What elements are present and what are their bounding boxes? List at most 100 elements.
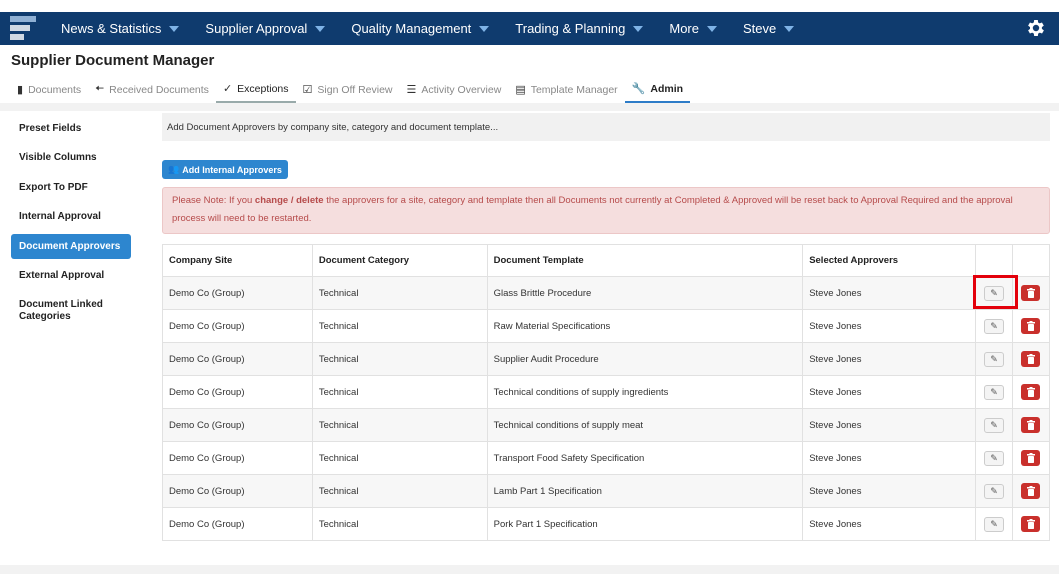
trash-icon (1026, 519, 1035, 529)
cell-document-category: Technical (311, 441, 488, 475)
delete-button[interactable] (1021, 384, 1041, 400)
delete-button[interactable] (1021, 318, 1041, 334)
add-internal-approvers-button[interactable]: 👥 Add Internal Approvers (162, 160, 288, 179)
nav-supplier-approval[interactable]: Supplier Approval (195, 12, 335, 45)
sidebar-item-preset-fields[interactable]: Preset Fields (11, 114, 131, 144)
edit-button[interactable]: ✎ (983, 351, 1004, 367)
footer-band (0, 565, 1059, 574)
edit-button-highlight (973, 275, 1018, 309)
edit-button[interactable]: ✎ (983, 318, 1004, 334)
cell-company-site: Demo Co (Group) (162, 507, 313, 541)
cell-company-site: Demo Co (Group) (162, 342, 313, 376)
sidebar-item-internal-approval[interactable]: Internal Approval (11, 203, 131, 233)
column-header-document-template[interactable]: Document Template (486, 244, 804, 277)
trash-icon (1026, 486, 1035, 496)
chevron-down-icon (315, 25, 326, 32)
delete-cell (1011, 342, 1051, 376)
edit-button[interactable]: ✎ (983, 384, 1004, 400)
nav-news-statistics[interactable]: News & Statistics (51, 12, 189, 45)
sidebar-item-document-linked-categories[interactable]: Document Linked Categories (11, 291, 131, 331)
delete-cell (1011, 309, 1051, 343)
cell-document-template: Technical conditions of supply ingredien… (486, 375, 804, 409)
gear-icon[interactable] (1025, 17, 1047, 39)
cell-document-template: Raw Material Specifications (486, 309, 804, 343)
edit-button[interactable]: ✎ (983, 450, 1004, 466)
delete-cell (1011, 408, 1051, 442)
sidebar-item-visible-columns[interactable]: Visible Columns (11, 144, 131, 174)
delete-button[interactable] (1021, 450, 1041, 466)
tab-admin[interactable]: 🔧 Admin (624, 76, 691, 103)
chevron-down-icon (169, 25, 180, 32)
table-row: Demo Co (Group) Technical Transport Food S… (162, 441, 1051, 475)
column-header-company-site[interactable]: Company Site (162, 244, 313, 277)
delete-cell (1011, 441, 1051, 475)
cell-document-category: Technical (311, 375, 488, 409)
cell-selected-approvers: Steve Jones (802, 276, 976, 310)
cell-document-template: Glass Brittle Procedure (486, 276, 804, 310)
delete-button[interactable] (1021, 483, 1041, 499)
nav-more[interactable]: More (659, 12, 727, 45)
info-bar: Add Document Approvers by company site, … (162, 113, 1050, 141)
cell-selected-approvers: Steve Jones (802, 507, 976, 541)
top-nav-bar: News & Statistics Supplier Approval Qual… (0, 12, 1059, 45)
cell-document-category: Technical (311, 474, 488, 508)
cell-document-template: Lamb Part 1 Specification (486, 474, 804, 508)
tab-bar: ▮ Documents 🠄 Received Documents ✓ Exceptio… (10, 76, 691, 103)
tab-activity-overview[interactable]: ☰ Activity Overview (400, 76, 509, 103)
table-row: Demo Co (Group) Technical Lamb Part 1 Spec… (162, 474, 1051, 508)
cell-company-site: Demo Co (Group) (162, 276, 313, 310)
delete-cell (1011, 474, 1051, 508)
logo-icon[interactable] (10, 16, 36, 42)
edit-button[interactable]: ✎ (983, 516, 1004, 532)
warning-note: Please Note: If you change / delete the … (162, 187, 1050, 234)
table-row: Demo Co (Group) Technical Technical condit… (162, 408, 1051, 442)
list-icon: ☰ (406, 84, 417, 96)
tab-exceptions[interactable]: ✓ Exceptions (215, 76, 296, 103)
delete-button[interactable] (1021, 516, 1041, 532)
cell-document-category: Technical (311, 408, 488, 442)
sidebar-item-external-approval[interactable]: External Approval (11, 261, 131, 291)
trash-icon (1026, 387, 1035, 397)
edit-icon: ✎ (990, 320, 998, 331)
tab-sign-off-review[interactable]: ☑ Sign Off Review (296, 76, 400, 103)
edit-cell: ✎ (974, 441, 1013, 475)
cell-selected-approvers: Steve Jones (802, 375, 976, 409)
trash-icon (1026, 354, 1035, 364)
column-header-selected-approvers[interactable]: Selected Approvers (802, 244, 976, 277)
sidebar-item-document-approvers[interactable]: Document Approvers (11, 234, 131, 259)
delete-button[interactable] (1021, 285, 1041, 301)
cell-selected-approvers: Steve Jones (802, 474, 976, 508)
trash-icon (1026, 420, 1035, 430)
edit-cell: ✎ (974, 342, 1013, 376)
document-icon: ▤ (515, 84, 526, 96)
nav-user-menu[interactable]: Steve (733, 12, 804, 45)
add-user-icon: 👥 (168, 164, 180, 174)
edit-button[interactable]: ✎ (983, 417, 1004, 433)
file-icon: ▮ (17, 84, 24, 96)
edit-cell: ✎ (974, 474, 1013, 508)
cell-document-template: Supplier Audit Procedure (486, 342, 804, 376)
table-row: Demo Co (Group) Technical Technical condit… (162, 375, 1051, 409)
table-row: Demo Co (Group) Technical Raw Material Spe… (162, 309, 1051, 343)
sidebar-item-export-to-pdf[interactable]: Export To PDF (11, 173, 131, 203)
chevron-down-icon (784, 25, 795, 32)
tab-documents[interactable]: ▮ Documents (10, 76, 88, 103)
edit-cell: ✎ (974, 507, 1013, 541)
table-row: Demo Co (Group) Technical Pork Part 1 Spec… (162, 507, 1051, 541)
trash-icon (1026, 321, 1035, 331)
delete-button[interactable] (1021, 417, 1041, 433)
delete-cell (1011, 507, 1051, 541)
edit-button[interactable]: ✎ (983, 483, 1004, 499)
delete-button[interactable] (1021, 351, 1041, 367)
nav-quality-management[interactable]: Quality Management (341, 12, 499, 45)
column-header-document-category[interactable]: Document Category (311, 244, 488, 277)
edit-icon: ✎ (990, 386, 998, 397)
column-header-edit (974, 244, 1013, 277)
trash-icon (1026, 453, 1035, 463)
chevron-down-icon (707, 25, 717, 32)
tab-template-manager[interactable]: ▤ Template Manager (508, 76, 624, 103)
tab-received-documents[interactable]: 🠄 Received Documents (88, 76, 216, 103)
nav-trading-planning[interactable]: Trading & Planning (505, 12, 653, 45)
table-row: Demo Co (Group) Technical Supplier Audit P… (162, 342, 1051, 376)
check-circle-icon: ✓ (222, 83, 233, 95)
